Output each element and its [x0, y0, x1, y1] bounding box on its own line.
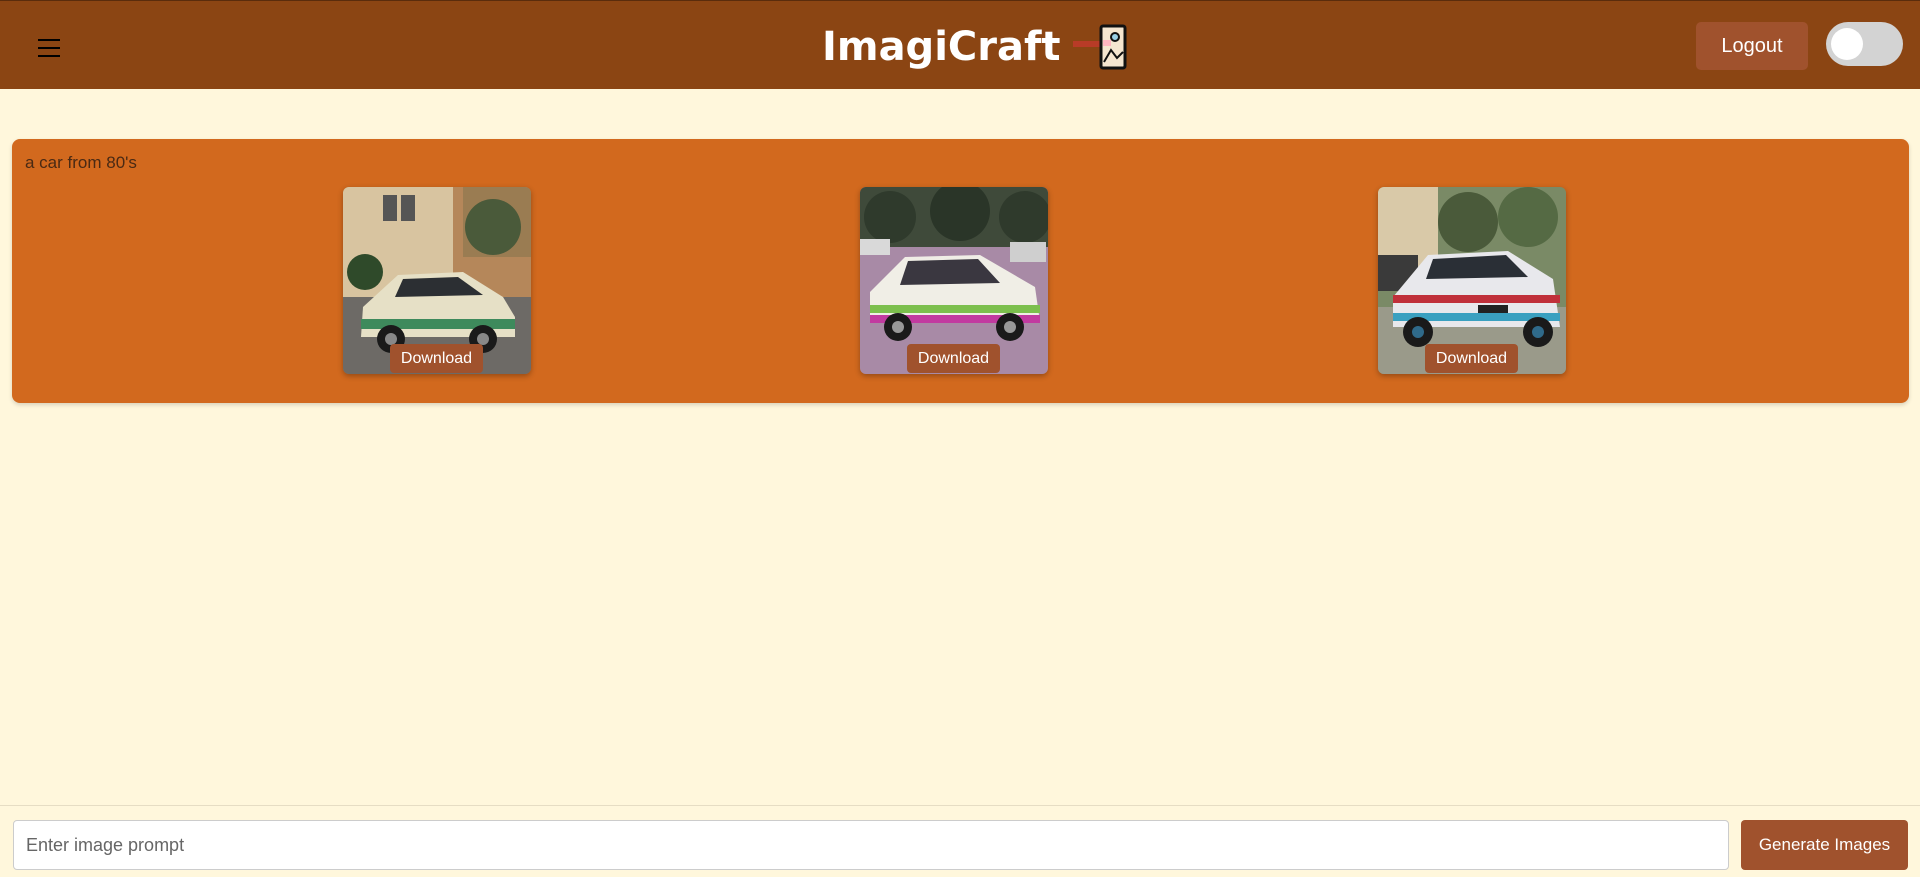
generated-image-3[interactable]: Download	[1378, 187, 1566, 374]
download-button[interactable]: Download	[1425, 344, 1518, 373]
hamburger-menu-icon[interactable]	[36, 35, 64, 61]
result-prompt-text: a car from 80's	[25, 153, 137, 172]
generate-images-button[interactable]: Generate Images	[1741, 820, 1908, 870]
prompt-composer: Generate Images	[0, 805, 1920, 877]
result-card: a car from 80's Download Download Downlo…	[12, 139, 1909, 403]
download-button[interactable]: Download	[390, 344, 483, 373]
brand: ImagiCraft	[822, 21, 1133, 73]
download-button[interactable]: Download	[907, 344, 1000, 373]
generated-image-1[interactable]: Download	[343, 187, 531, 374]
top-bar: ImagiCraft Logout	[0, 0, 1920, 89]
app-title: ImagiCraft	[822, 24, 1061, 70]
logout-button[interactable]: Logout	[1696, 22, 1808, 70]
generated-image-2[interactable]: Download	[860, 187, 1048, 374]
toggle-knob	[1831, 28, 1863, 60]
prompt-input[interactable]	[13, 820, 1729, 870]
photo-frame-icon	[1072, 24, 1126, 70]
theme-toggle[interactable]	[1826, 22, 1903, 66]
